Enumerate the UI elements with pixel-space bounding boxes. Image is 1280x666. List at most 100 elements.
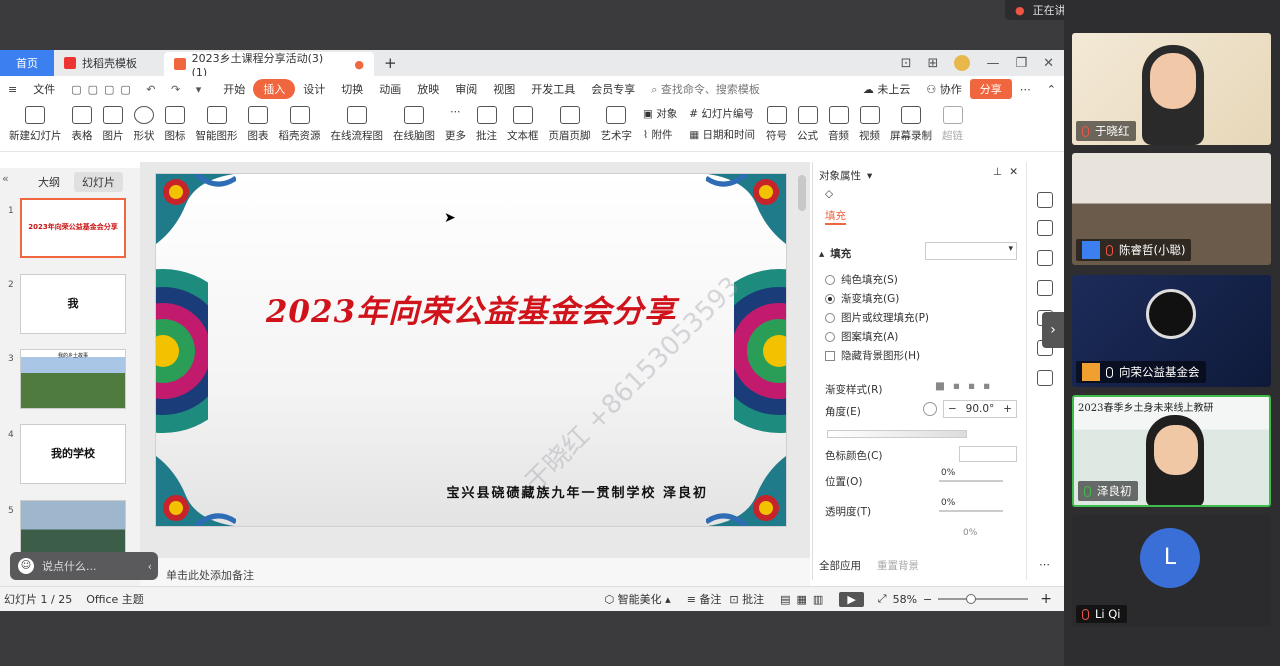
comments-button[interactable]: ⊡ 批注	[729, 591, 764, 607]
menu-item-view[interactable]: 视图	[485, 81, 523, 97]
shape-tool-icon[interactable]	[1037, 192, 1053, 208]
tab-home[interactable]: 首页	[0, 50, 54, 76]
slide-thumbnail-4[interactable]: 我的学校	[20, 424, 126, 484]
gradient-bar[interactable]	[827, 430, 967, 438]
share-button[interactable]: 分享	[969, 79, 1012, 99]
fill-option-pattern[interactable]: 图案填充(A)	[825, 329, 898, 344]
zoom-level[interactable]: 58%	[893, 593, 917, 606]
canvas-scrollbar[interactable]	[798, 175, 806, 211]
menu-item-start[interactable]: 开始	[215, 81, 253, 97]
book-icon[interactable]	[1037, 370, 1053, 386]
participant-tile[interactable]: 于晓红	[1072, 33, 1271, 145]
table-button[interactable]: 表格	[67, 102, 98, 143]
avatar[interactable]	[954, 55, 971, 71]
layout-icon[interactable]: ⊡	[901, 56, 912, 71]
tab-outline[interactable]: 大纲	[30, 172, 68, 192]
menu-item-animation[interactable]: 动画	[371, 81, 409, 97]
slide-thumbnail-2[interactable]: 我	[20, 274, 126, 334]
expand-panel-icon[interactable]: ›	[1042, 312, 1064, 348]
emoji-icon[interactable]: ☺	[18, 558, 34, 574]
angle-dial-icon[interactable]	[923, 402, 937, 416]
mindmap-button[interactable]: 在线脑图	[388, 102, 440, 143]
reset-bg-button[interactable]: 重置背景	[877, 558, 919, 573]
menu-item-member[interactable]: 会员专享	[583, 81, 643, 97]
participant-tile[interactable]: L Li Qi	[1072, 515, 1271, 627]
wordart-button[interactable]: 艺术字	[596, 102, 638, 143]
comment-button[interactable]: 批注	[471, 102, 502, 143]
object-button[interactable]: ▣ 对象	[643, 106, 677, 121]
slide-thumbnail-3[interactable]: 我的乡土故事	[20, 349, 126, 409]
star-icon[interactable]	[1037, 250, 1053, 266]
new-tab-button[interactable]: +	[374, 50, 407, 76]
position-slider[interactable]	[939, 480, 1003, 482]
fit-icon[interactable]: ⤢	[878, 592, 887, 606]
icon-button[interactable]: 图标	[160, 102, 191, 143]
current-slide[interactable]: 2023年向荣公益基金会分享 宝兴县硗碛藏族九年一贯制学校 泽良初 于晓红 +8…	[155, 173, 787, 527]
collapse-ribbon-icon[interactable]: ⌃	[1039, 83, 1064, 96]
fill-option-picture[interactable]: 图片或纹理填充(P)	[825, 310, 929, 325]
participant-tile[interactable]: 陈睿哲(小聪)	[1072, 153, 1271, 265]
slide-thumbnail-1[interactable]: 2023年向荣公益基金会分享	[20, 198, 126, 258]
menu-item-developer[interactable]: 开发工具	[523, 81, 583, 97]
new-slide-button[interactable]: 新建幻灯片	[4, 102, 67, 143]
color-stop-dropdown[interactable]	[959, 446, 1017, 462]
menu-item-design[interactable]: 设计	[295, 81, 333, 97]
restore-icon[interactable]: ❐	[1015, 56, 1027, 71]
increment-icon[interactable]: +	[1003, 403, 1012, 415]
collab-button[interactable]: ⚇ 协作	[918, 81, 969, 97]
collapse-chat-icon[interactable]: ‹	[148, 560, 152, 573]
close-panel-icon[interactable]: ✕	[1009, 166, 1018, 178]
header-footer-button[interactable]: 页眉页脚	[544, 102, 596, 143]
attachment-button[interactable]: ⌇ 附件	[643, 127, 677, 142]
docer-resource-button[interactable]: 稻壳资源	[274, 102, 326, 143]
textbox-button[interactable]: 文本框	[502, 102, 544, 143]
datetime-button[interactable]: ▦ 日期和时间	[689, 127, 755, 142]
grid-icon[interactable]: ⊞	[928, 56, 939, 71]
fill-option-gradient[interactable]: 渐变填充(G)	[825, 291, 899, 306]
chat-input[interactable]: ☺ 说点什么... ‹	[10, 552, 158, 580]
zoom-slider[interactable]	[938, 594, 1029, 604]
zoom-in-button[interactable]: +	[1040, 591, 1052, 607]
minimize-icon[interactable]: —	[986, 56, 999, 71]
tab-slides[interactable]: 幻灯片	[74, 172, 123, 192]
formula-button[interactable]: 公式	[792, 102, 823, 143]
menu-item-review[interactable]: 审阅	[447, 81, 485, 97]
beautify-button[interactable]: ⬡ 智能美化 ▴	[605, 591, 671, 607]
more-icon[interactable]: ⋯	[1039, 558, 1050, 571]
smart-graphic-button[interactable]: 智能图形	[191, 102, 243, 143]
tab-document[interactable]: 2023乡土课程分享活动(3)(1) ●	[164, 52, 374, 79]
settings-icon[interactable]	[1037, 220, 1053, 236]
play-icon[interactable]: ▶	[839, 591, 864, 607]
slide-subtitle[interactable]: 宝兴县硗碛藏族九年一贯制学校 泽良初	[446, 482, 708, 501]
participant-tile-active-speaker[interactable]: 2023春季乡土身未来线上教研 泽良初	[1072, 395, 1271, 507]
slide-thumbnail-5[interactable]	[20, 500, 126, 554]
menu-item-insert[interactable]: 插入	[253, 79, 296, 99]
fill-tab-icon[interactable]: ◇	[825, 188, 833, 200]
gradient-style-buttons[interactable]: ■▪▪▪	[935, 380, 998, 392]
symbol-button[interactable]: 符号	[761, 102, 792, 143]
picture-button[interactable]: 图片	[98, 102, 129, 143]
notes-area[interactable]: 单击此处添加备注	[140, 558, 810, 588]
menu-item-transition[interactable]: 切换	[333, 81, 371, 97]
shape-button[interactable]: 形状	[129, 102, 160, 143]
hamburger-icon[interactable]: ≡	[0, 83, 25, 96]
zoom-out-button[interactable]: −	[923, 593, 932, 606]
cloud-status[interactable]: ☁ 未上云	[855, 81, 919, 97]
transparency-slider[interactable]	[939, 510, 1003, 512]
tab-fill[interactable]: 填充	[825, 208, 846, 225]
fill-section-header[interactable]: ▴ 填充	[819, 246, 851, 261]
search-box[interactable]: ⌕ 查找命令、搜索模板	[643, 81, 768, 97]
menu-file[interactable]: 文件	[25, 81, 63, 97]
copy-icon[interactable]	[1037, 280, 1053, 296]
flowchart-button[interactable]: 在线流程图	[326, 102, 389, 143]
view-mode-icons[interactable]: ▤▦▥	[780, 593, 829, 606]
hide-bg-checkbox[interactable]: 隐藏背景图形(H)	[825, 348, 920, 363]
slide-number-button[interactable]: # 幻灯片编号	[689, 106, 755, 121]
tab-template[interactable]: 找稻壳模板	[54, 50, 164, 76]
more-button[interactable]: ⋯ 更多	[440, 102, 471, 143]
menu-item-slideshow[interactable]: 放映	[409, 81, 447, 97]
pin-icon[interactable]: ⊥	[993, 166, 1002, 178]
apply-all-button[interactable]: 全部应用	[819, 558, 861, 573]
more-icon[interactable]: ⋯	[1012, 83, 1039, 96]
fill-option-solid[interactable]: 纯色填充(S)	[825, 272, 898, 287]
